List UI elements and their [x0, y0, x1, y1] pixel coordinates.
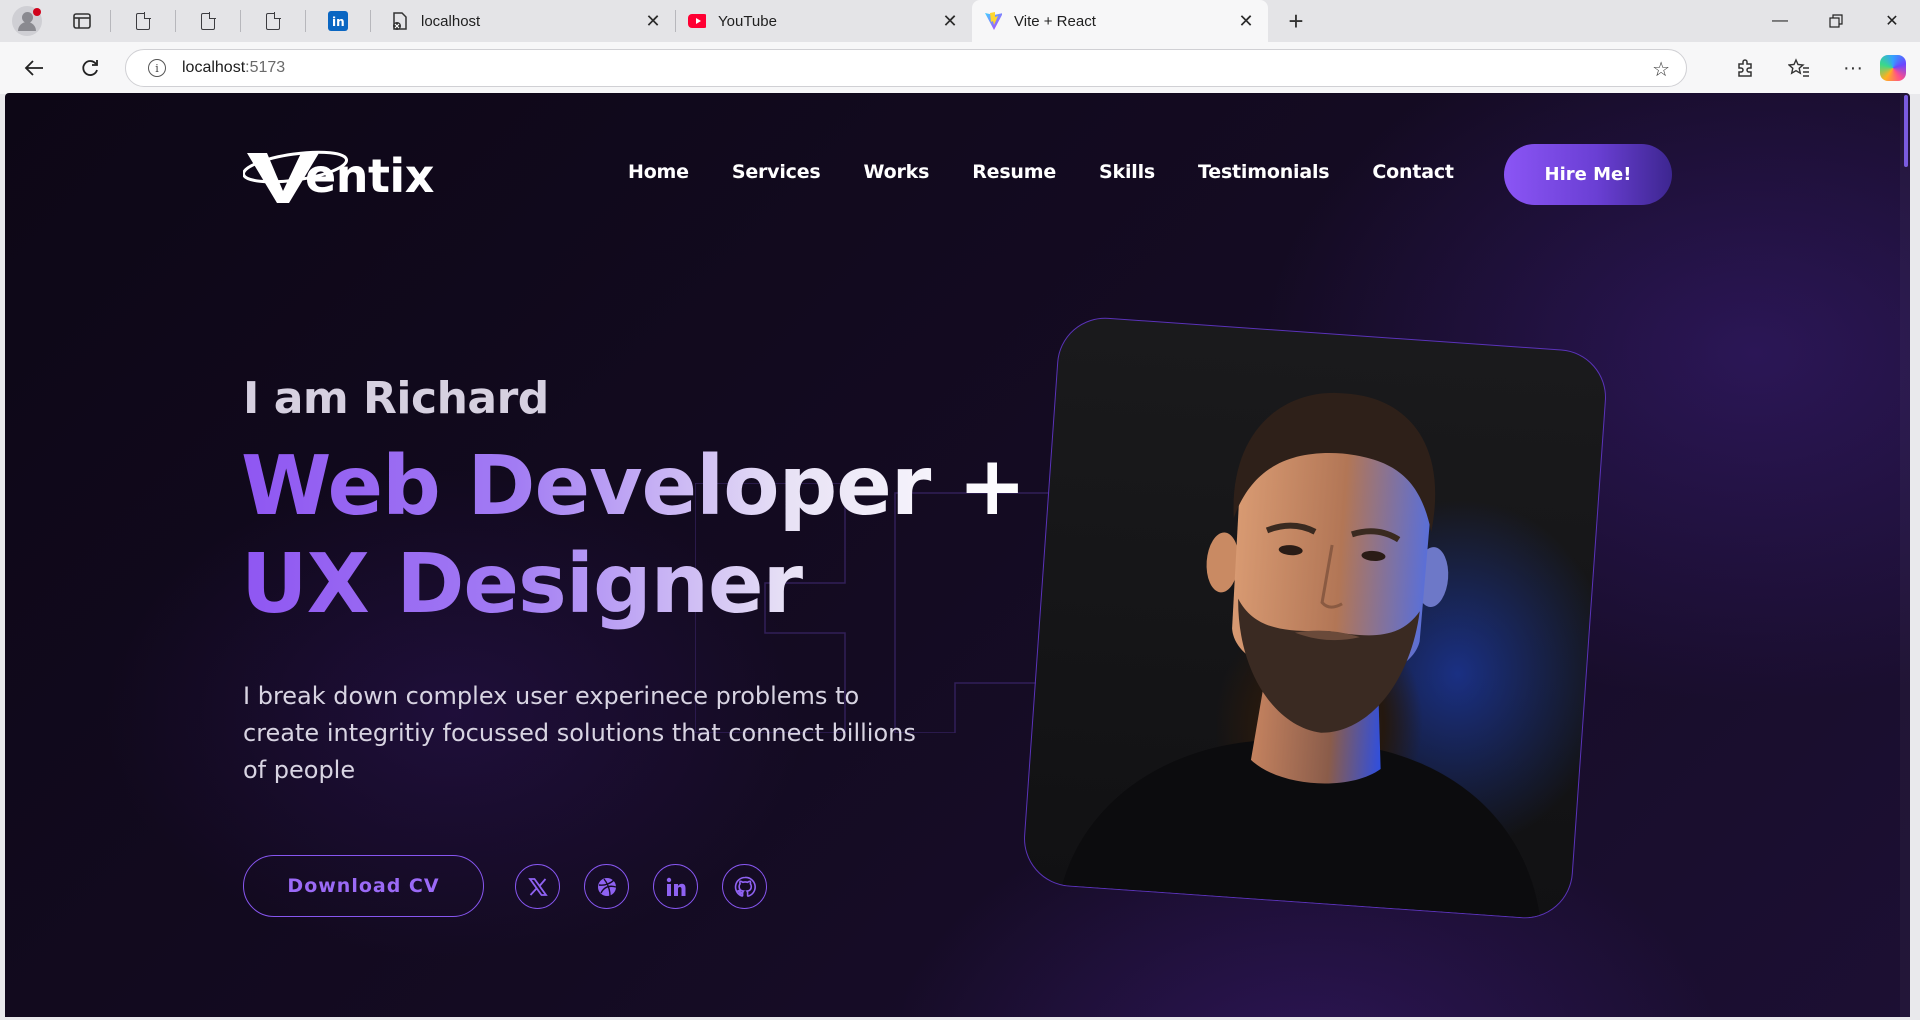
page-scrollbar[interactable] [1900, 93, 1910, 1017]
nav-services[interactable]: Services [732, 161, 821, 183]
site-info-icon[interactable]: i [148, 59, 166, 77]
tab-title: YouTube [718, 12, 777, 30]
main-navigation: Home Services Works Resume Skills Testim… [628, 161, 1497, 183]
svg-text:in: in [332, 15, 345, 29]
restore-icon[interactable] [1808, 0, 1864, 42]
site-logo[interactable]: entix [243, 141, 443, 211]
url-text: localhost:5173 [182, 59, 285, 77]
url-host: localhost [182, 59, 246, 76]
copilot-icon[interactable] [1880, 55, 1906, 81]
doc-error-icon [391, 12, 409, 30]
greeting-text: I am Richard [243, 373, 549, 424]
tab-separator [240, 10, 241, 32]
tab-vite-react[interactable]: Vite + React ✕ [972, 0, 1268, 42]
pinned-tab-document-2[interactable] [184, 0, 232, 42]
back-arrow-icon[interactable] [12, 48, 56, 88]
url-port: :5173 [245, 59, 286, 76]
notification-dot [33, 8, 41, 16]
close-tab-icon[interactable]: ✕ [643, 11, 663, 32]
address-toolbar: i localhost:5173 ☆ ··· [0, 42, 1920, 94]
browser-tools: ··· [1718, 42, 1920, 94]
nav-contact[interactable]: Contact [1372, 161, 1454, 183]
tab-title: localhost [421, 12, 481, 30]
web-page: entix Home Services Works Resume Skills … [5, 93, 1910, 1017]
nav-works[interactable]: Works [864, 161, 930, 183]
dribbble-icon[interactable] [584, 864, 629, 909]
vite-icon [984, 12, 1002, 30]
extensions-icon[interactable] [1718, 48, 1772, 88]
address-bar[interactable]: i localhost:5173 ☆ [125, 49, 1687, 87]
headline-line-1: Web Developer + [241, 439, 1026, 534]
tab-separator [370, 10, 371, 32]
nav-home[interactable]: Home [628, 161, 689, 183]
favorite-star-icon[interactable]: ☆ [1652, 57, 1670, 82]
x-icon[interactable] [515, 864, 560, 909]
more-options-icon[interactable]: ··· [1826, 48, 1880, 88]
pinned-tab-linkedin[interactable]: in [314, 0, 362, 42]
linkedin-icon: in [328, 11, 348, 31]
refresh-icon[interactable] [68, 48, 112, 88]
close-window-icon[interactable]: ✕ [1864, 0, 1920, 42]
hero-description: I break down complex user experinece pro… [243, 682, 916, 784]
nav-skills[interactable]: Skills [1099, 161, 1155, 183]
tab-title: Vite + React [1014, 12, 1096, 30]
tab-localhost[interactable]: localhost ✕ [379, 0, 675, 42]
profile-avatar-icon[interactable] [12, 6, 42, 36]
pinned-tab-document-1[interactable] [119, 0, 167, 42]
document-icon [136, 11, 151, 30]
close-tab-icon[interactable]: ✕ [1236, 11, 1256, 32]
profile-photo [1020, 314, 1610, 922]
new-tab-button[interactable]: + [1276, 0, 1316, 42]
hire-me-button[interactable]: Hire Me! [1504, 144, 1672, 205]
social-links [515, 864, 767, 909]
youtube-icon [688, 12, 706, 30]
github-icon[interactable] [722, 864, 767, 909]
close-tab-icon[interactable]: ✕ [940, 11, 960, 32]
hero-headline: Web Developer + UX Designer [241, 438, 1026, 634]
browser-tab-strip: in localhost ✕ YouTube ✕ Vite + React ✕ … [0, 0, 1920, 42]
tab-separator [110, 10, 111, 32]
linkedin-icon[interactable] [653, 864, 698, 909]
minimize-icon[interactable]: — [1752, 0, 1808, 42]
portrait-illustration [1061, 392, 1541, 921]
tab-youtube[interactable]: YouTube ✕ [676, 0, 972, 42]
nav-resume[interactable]: Resume [972, 161, 1056, 183]
tab-separator [175, 10, 176, 32]
nav-testimonials[interactable]: Testimonials [1198, 161, 1330, 183]
logo-text: entix [305, 149, 434, 203]
favorites-icon[interactable] [1772, 48, 1826, 88]
download-cv-button[interactable]: Download CV [243, 855, 484, 917]
scrollbar-thumb[interactable] [1904, 95, 1908, 167]
headline-line-2: UX Designer [241, 537, 803, 632]
document-icon [266, 11, 281, 30]
window-controls: — ✕ [1752, 0, 1920, 42]
pinned-tab-document-3[interactable] [249, 0, 297, 42]
document-icon [201, 11, 216, 30]
tab-separator [305, 10, 306, 32]
tab-actions-icon[interactable] [62, 0, 102, 42]
